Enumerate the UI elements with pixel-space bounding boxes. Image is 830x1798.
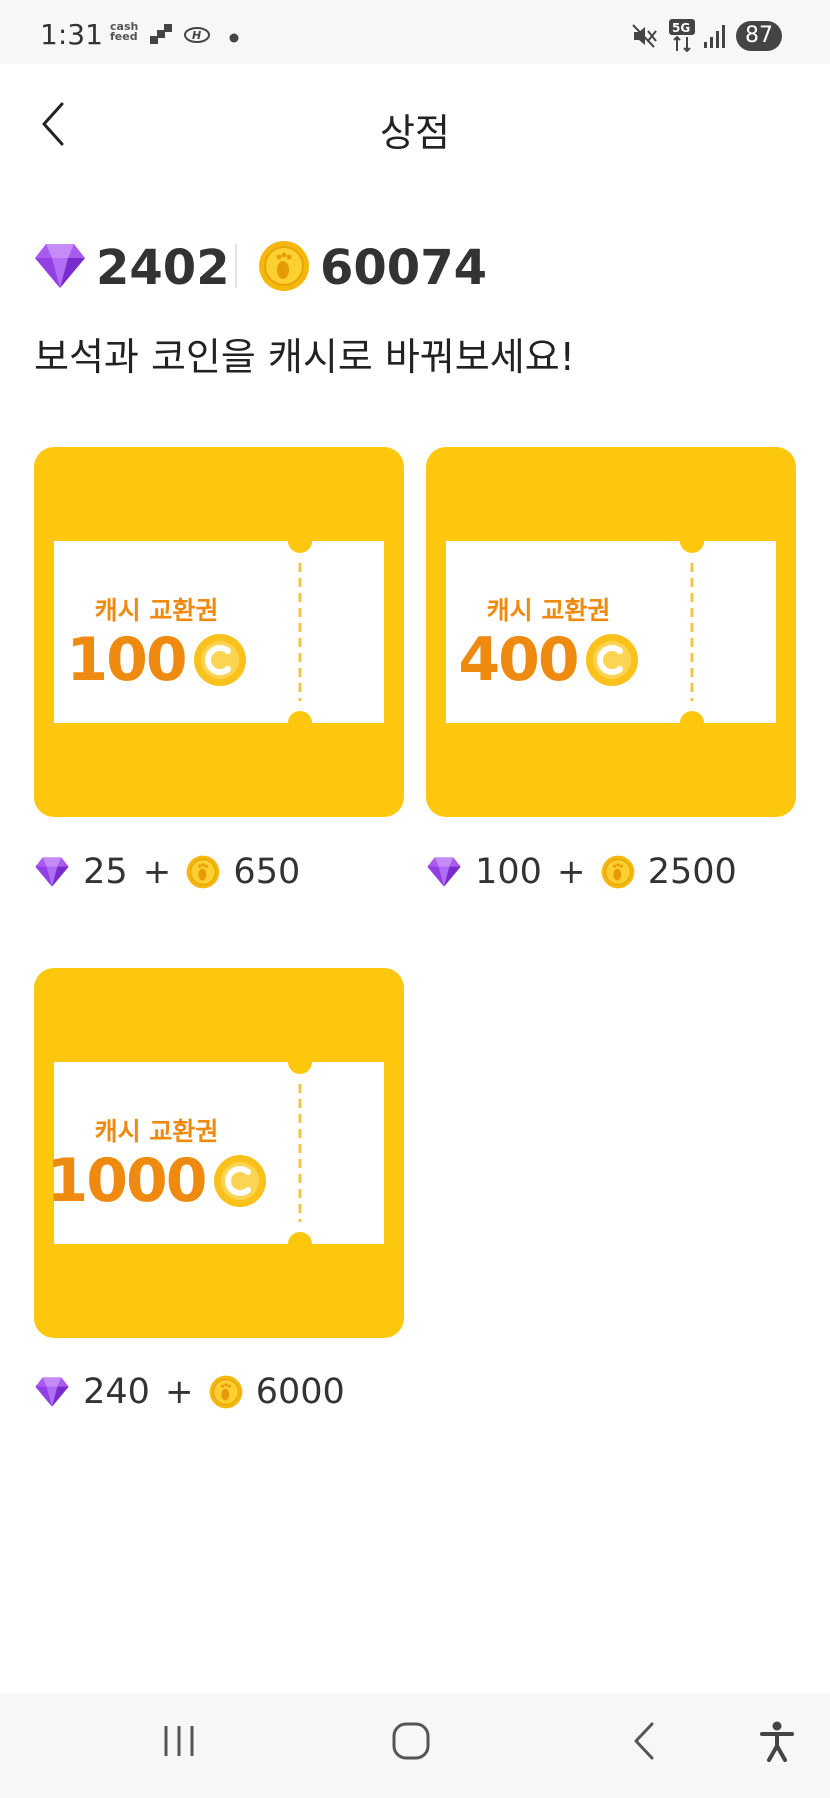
coin-price: 650: [233, 852, 301, 892]
gem-price: 100: [475, 852, 542, 892]
ticket-amount: 1000: [46, 1146, 207, 1216]
coin-balance: 60074: [320, 240, 487, 296]
plus-sign: +: [165, 1372, 194, 1412]
exchange-subtitle: 보석과 코인을 캐시로 바꿔보세요!: [34, 335, 575, 379]
gem-balance: 2402: [96, 240, 230, 296]
plus-sign: +: [557, 852, 586, 892]
system-nav-bar: [0, 1694, 830, 1798]
gem-price: 25: [83, 852, 128, 892]
exchange-card-1000[interactable]: 캐시 교환권 1000: [34, 968, 404, 1338]
ticket-amount: 100: [66, 625, 187, 695]
cash-c-icon: [585, 634, 638, 686]
ticket-amount: 400: [458, 625, 579, 695]
dot-icon: [229, 33, 239, 43]
ticket-amount-row: 1000: [34, 1146, 279, 1216]
recent-apps-icon[interactable]: [156, 1718, 202, 1764]
cash-feed-notification-icon: cash feed: [110, 20, 139, 43]
coin-price: 6000: [255, 1372, 345, 1412]
exchange-card-400[interactable]: 캐시 교환권 400: [426, 447, 796, 817]
status-time: 1:31: [40, 18, 103, 51]
battery-indicator: 87: [736, 21, 782, 51]
balance-divider: [235, 244, 237, 288]
svg-text:H: H: [192, 29, 201, 42]
price-row: 100 + 2500: [426, 852, 737, 892]
coin-icon: [259, 241, 309, 291]
gem-price: 240: [83, 1372, 150, 1412]
mute-icon: [632, 24, 657, 48]
gem-icon: [35, 1377, 69, 1407]
gem-icon: [427, 857, 461, 887]
ticket-title: 캐시 교환권: [94, 1117, 219, 1146]
app-header: 상점: [0, 64, 830, 184]
coin-icon: [601, 855, 634, 889]
signal-icon: [704, 25, 725, 48]
ticket-title: 캐시 교환권: [486, 596, 611, 625]
5g-icon: 5G: [669, 19, 695, 53]
accessibility-icon[interactable]: [754, 1718, 800, 1764]
page-title: 상점: [380, 111, 450, 155]
ticket-amount-row: 400: [426, 625, 671, 695]
ticket-title: 캐시 교환권: [94, 596, 219, 625]
balance-row: 2402 60074: [34, 236, 794, 300]
home-icon[interactable]: [388, 1718, 434, 1764]
gem-icon: [35, 244, 85, 288]
price-row: 240 + 6000: [34, 1372, 345, 1412]
ticket-amount-row: 100: [34, 625, 279, 695]
hyundai-icon: H: [184, 27, 210, 43]
coin-icon: [186, 855, 220, 889]
cash-c-icon: [213, 1155, 266, 1207]
plus-sign: +: [142, 852, 172, 892]
status-bar: 1:31 cash feed H 5G 87: [0, 0, 830, 64]
gem-icon: [35, 857, 69, 887]
cash-c-icon: [193, 634, 246, 686]
signal-steps-icon: [150, 24, 172, 44]
coin-price: 2500: [647, 852, 737, 892]
exchange-card-100[interactable]: 캐시 교환권 100: [34, 447, 404, 817]
coin-icon: [209, 1375, 242, 1409]
nav-back-icon[interactable]: [622, 1718, 668, 1764]
price-row: 25 + 650: [34, 852, 300, 892]
svg-text:5G: 5G: [672, 21, 690, 35]
